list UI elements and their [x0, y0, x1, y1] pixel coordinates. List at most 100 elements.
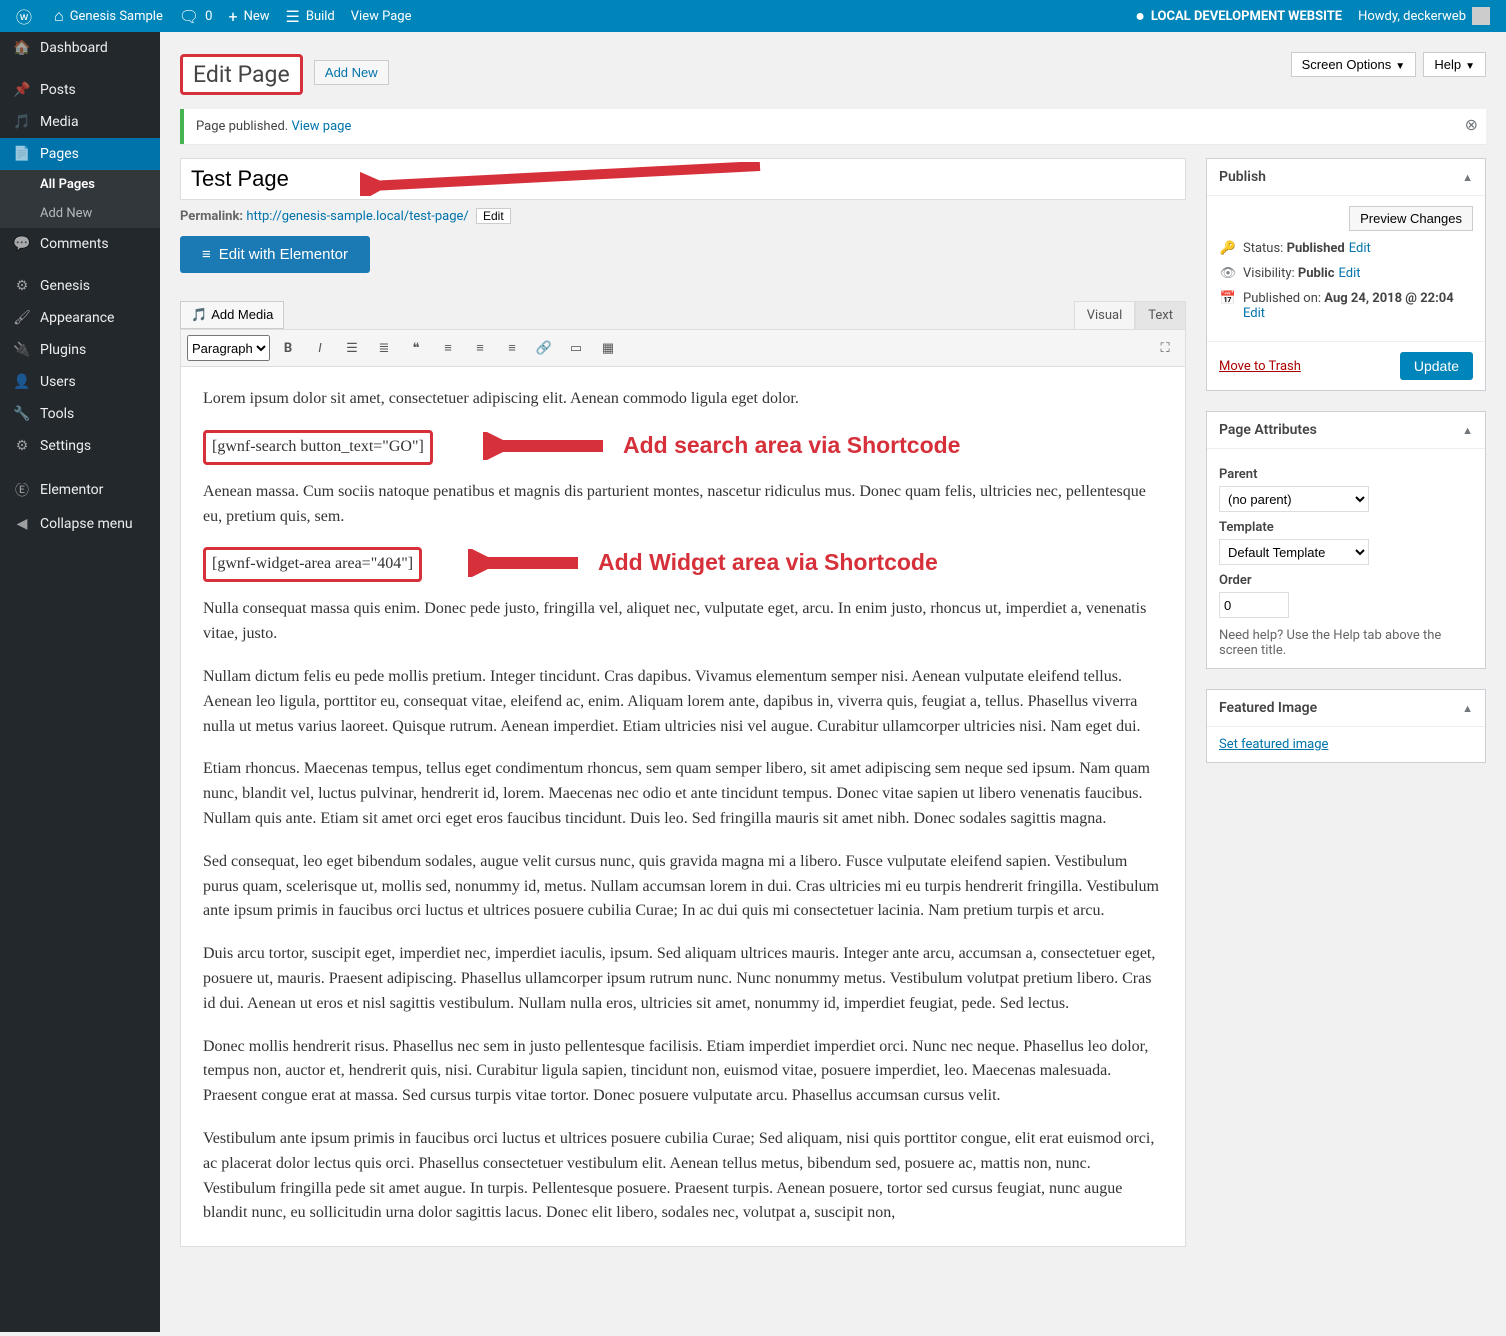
page-attributes-title: Page Attributes — [1219, 422, 1317, 438]
menu-comments[interactable]: 💬Comments — [0, 228, 160, 260]
edit-with-elementor-button[interactable]: ≡ Edit with Elementor — [180, 236, 370, 273]
submenu-add-new[interactable]: Add New — [0, 199, 160, 228]
local-dev-notice: ●LOCAL DEVELOPMENT WEBSITE — [1127, 0, 1350, 32]
menu-posts[interactable]: 📌Posts — [0, 74, 160, 106]
toggle-panel-icon[interactable]: ▲ — [1462, 171, 1473, 184]
new-content[interactable]: +New — [220, 0, 277, 32]
view-page-link[interactable]: View page — [291, 119, 351, 134]
view-page-link[interactable]: View Page — [343, 0, 420, 32]
edit-permalink-button[interactable]: Edit — [476, 208, 511, 224]
content-paragraph: Vestibulum ante ipsum primis in faucibus… — [203, 1127, 1163, 1226]
help-button[interactable]: Help▼ — [1423, 52, 1486, 77]
menu-plugins[interactable]: 🔌Plugins — [0, 334, 160, 366]
annotation-arrow — [483, 432, 613, 460]
notice-text: Page published. — [196, 119, 288, 134]
admin-menu: 🏠Dashboard 📌Posts 🎵Media 📄Pages All Page… — [0, 32, 160, 1332]
toggle-panel-icon[interactable]: ▲ — [1462, 424, 1473, 437]
admin-bar: ⓦ ⌂Genesis Sample 🗨0 +New ☰Build View Pa… — [0, 0, 1506, 32]
site-name[interactable]: ⌂Genesis Sample — [46, 0, 171, 32]
success-notice: Page published. View page ⊗ — [180, 109, 1486, 144]
edit-date-link[interactable]: Edit — [1243, 306, 1265, 321]
bullet-list-button[interactable]: ☰ — [338, 334, 366, 362]
publish-box-title: Publish — [1219, 169, 1266, 185]
menu-collapse[interactable]: ◀Collapse menu — [0, 508, 160, 540]
add-media-button[interactable]: 🎵Add Media — [180, 301, 284, 329]
menu-genesis[interactable]: ⚙Genesis — [0, 270, 160, 302]
move-to-trash-link[interactable]: Move to Trash — [1219, 359, 1301, 374]
content-paragraph: Lorem ipsum dolor sit amet, consectetuer… — [203, 387, 1163, 412]
annotation-text: Add search area via Shortcode — [623, 428, 960, 464]
menu-pages[interactable]: 📄Pages — [0, 138, 160, 170]
parent-select[interactable]: (no parent) — [1219, 486, 1369, 512]
text-tab[interactable]: Text — [1135, 301, 1186, 329]
quote-button[interactable]: ❝ — [402, 334, 430, 362]
set-featured-image-link[interactable]: Set featured image — [1219, 737, 1328, 752]
content-paragraph: Aenean massa. Cum sociis natoque penatib… — [203, 480, 1163, 530]
toolbar-toggle-button[interactable]: ▦ — [594, 334, 622, 362]
menu-dashboard[interactable]: 🏠Dashboard — [0, 32, 160, 64]
submenu-all-pages[interactable]: All Pages — [0, 170, 160, 199]
template-label: Template — [1219, 520, 1473, 535]
link-button[interactable]: 🔗 — [530, 334, 558, 362]
content-paragraph: Etiam rhoncus. Maecenas tempus, tellus e… — [203, 757, 1163, 831]
visibility-icon: 👁 — [1219, 266, 1237, 281]
content-paragraph: Sed consequat, leo eget bibendum sodales… — [203, 850, 1163, 924]
editor-toolbar: Paragraph B I ☰ ≣ ❝ ≡ ≡ ≡ 🔗 ▭ ▦ — [180, 329, 1186, 367]
shortcode-widget-area: [gwnf-widget-area area="404"] — [203, 547, 422, 582]
format-select[interactable]: Paragraph — [187, 335, 270, 361]
order-label: Order — [1219, 573, 1473, 588]
update-button[interactable]: Update — [1400, 352, 1473, 380]
annotation-text: Add Widget area via Shortcode — [598, 545, 938, 581]
parent-label: Parent — [1219, 467, 1473, 482]
edit-visibility-link[interactable]: Edit — [1339, 266, 1361, 281]
key-icon: 🔑 — [1219, 241, 1237, 256]
align-center-button[interactable]: ≡ — [466, 334, 494, 362]
add-new-button[interactable]: Add New — [314, 60, 389, 85]
publish-box: Publish ▲ Preview Changes 🔑 Status: Publ… — [1206, 158, 1486, 391]
permalink-row: Permalink: http://genesis-sample.local/t… — [180, 208, 1186, 224]
bold-button[interactable]: B — [274, 334, 302, 362]
menu-tools[interactable]: 🔧Tools — [0, 398, 160, 430]
featured-image-box: Featured Image ▲ Set featured image — [1206, 689, 1486, 763]
order-input[interactable] — [1219, 592, 1289, 618]
menu-appearance[interactable]: 🖌Appearance — [0, 302, 160, 334]
template-select[interactable]: Default Template — [1219, 539, 1369, 565]
featured-image-title: Featured Image — [1219, 700, 1317, 716]
menu-settings[interactable]: ⚙Settings — [0, 430, 160, 462]
align-right-button[interactable]: ≡ — [498, 334, 526, 362]
menu-elementor[interactable]: ⒺElementor — [0, 472, 160, 508]
permalink-link[interactable]: http://genesis-sample.local/test-page/ — [246, 209, 468, 224]
fullscreen-button[interactable]: ⛶ — [1151, 334, 1179, 362]
preview-changes-button[interactable]: Preview Changes — [1349, 206, 1473, 231]
page-attributes-box: Page Attributes ▲ Parent (no parent) Tem… — [1206, 411, 1486, 669]
help-text: Need help? Use the Help tab above the sc… — [1219, 628, 1473, 658]
number-list-button[interactable]: ≣ — [370, 334, 398, 362]
content-paragraph: Duis arcu tortor, suscipit eget, imperdi… — [203, 942, 1163, 1016]
content-paragraph: Donec mollis hendrerit risus. Phasellus … — [203, 1035, 1163, 1109]
menu-media[interactable]: 🎵Media — [0, 106, 160, 138]
annotation-arrow — [468, 549, 588, 577]
media-icon: 🎵 — [191, 307, 207, 322]
content-editor[interactable]: Lorem ipsum dolor sit amet, consectetuer… — [180, 367, 1186, 1247]
content-paragraph: Nulla consequat massa quis enim. Donec p… — [203, 597, 1163, 647]
dismiss-notice-icon[interactable]: ⊗ — [1465, 115, 1478, 134]
screen-options-button[interactable]: Screen Options▼ — [1291, 52, 1417, 77]
content-paragraph: Nullam dictum felis eu pede mollis preti… — [203, 665, 1163, 739]
post-title-input[interactable] — [180, 158, 1186, 200]
edit-status-link[interactable]: Edit — [1349, 241, 1371, 256]
align-left-button[interactable]: ≡ — [434, 334, 462, 362]
italic-button[interactable]: I — [306, 334, 334, 362]
more-button[interactable]: ▭ — [562, 334, 590, 362]
wp-logo[interactable]: ⓦ — [8, 0, 46, 32]
elementor-icon: ≡ — [202, 246, 211, 263]
page-title: Edit Page — [180, 54, 303, 95]
build-link[interactable]: ☰Build — [278, 0, 343, 32]
comments-count[interactable]: 🗨0 — [171, 0, 221, 32]
shortcode-search: [gwnf-search button_text="GO"] — [203, 430, 433, 465]
calendar-icon: 📅 — [1219, 291, 1237, 306]
avatar — [1472, 7, 1490, 25]
howdy-account[interactable]: Howdy, deckerweb — [1350, 0, 1498, 32]
toggle-panel-icon[interactable]: ▲ — [1462, 702, 1473, 715]
visual-tab[interactable]: Visual — [1074, 301, 1136, 329]
menu-users[interactable]: 👤Users — [0, 366, 160, 398]
